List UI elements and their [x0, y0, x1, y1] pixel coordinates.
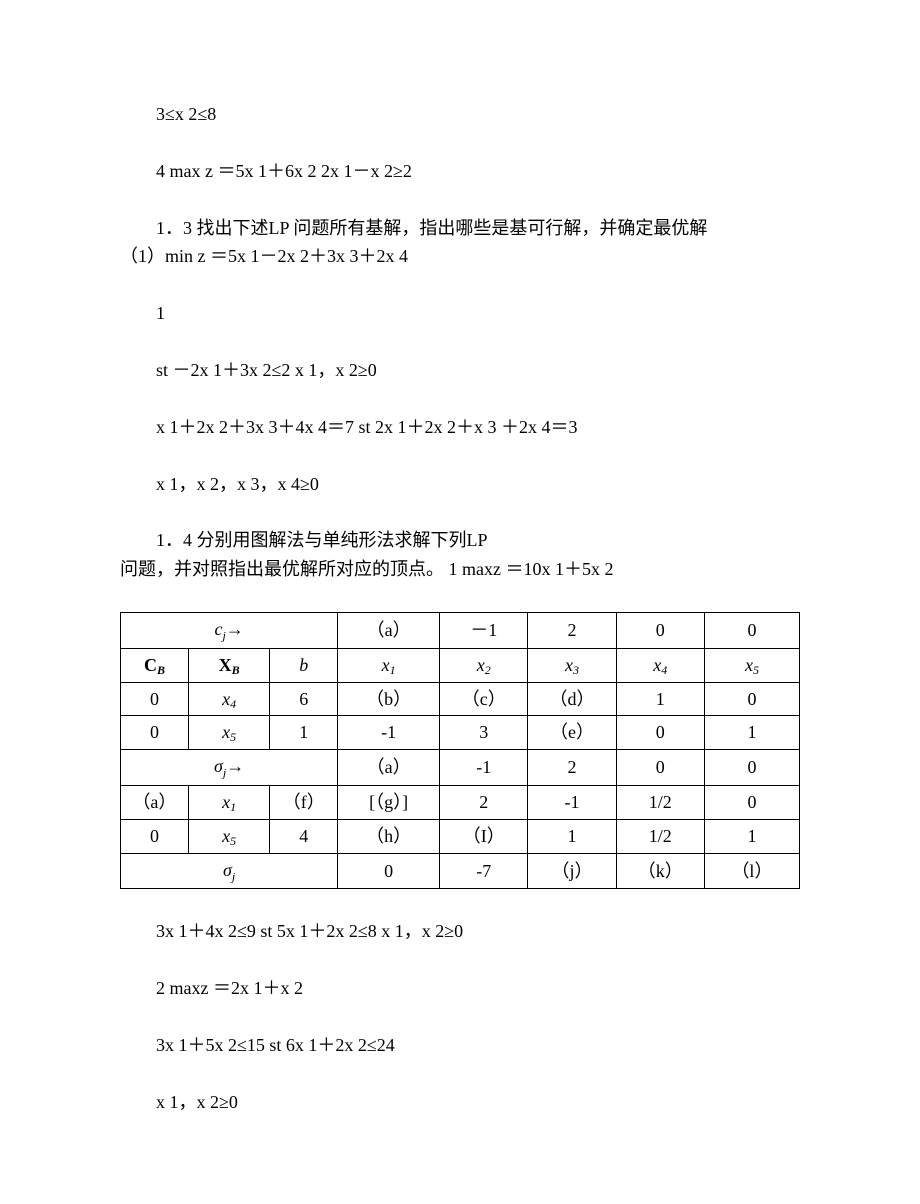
- paragraph: x 1，x 2，x 3，x 4≥0: [120, 470, 800, 499]
- cell: （I）: [440, 819, 528, 853]
- table-row: 0 x4 6 （b） （c） （d） 1 0: [121, 682, 800, 716]
- cell: （l）: [704, 853, 799, 889]
- cell: 2: [528, 750, 616, 786]
- paragraph: 3≤x 2≤8: [120, 100, 800, 129]
- cell: （k）: [616, 853, 704, 889]
- cell: （f）: [270, 785, 338, 819]
- cell: x4: [188, 682, 269, 716]
- cell: 2: [528, 612, 616, 648]
- cell-header: x4: [616, 648, 704, 682]
- cell: （a）: [121, 785, 189, 819]
- cell: 1: [528, 819, 616, 853]
- cell: 1/2: [616, 785, 704, 819]
- cell: （e）: [528, 716, 616, 750]
- cell: 0: [704, 750, 799, 786]
- cell: （a）: [338, 612, 440, 648]
- cell: 1: [704, 716, 799, 750]
- cell: 3: [440, 716, 528, 750]
- paragraph: 3x 1＋4x 2≤9 st 5x 1＋2x 2≤8 x 1，x 2≥0: [120, 917, 800, 946]
- cell: 0: [704, 785, 799, 819]
- cell: 0: [121, 682, 189, 716]
- cell: 0: [616, 716, 704, 750]
- cell: （j）: [528, 853, 616, 889]
- table-row: 0 x5 1 -1 3 （e） 0 1: [121, 716, 800, 750]
- text-line: 问题，并对照指出最优解所对应的顶点。 1 maxz ＝10x 1＋5x 2: [120, 559, 613, 579]
- cell: （d）: [528, 682, 616, 716]
- cell-header: XB: [188, 648, 269, 682]
- cell: 2: [440, 785, 528, 819]
- cell: x5: [188, 819, 269, 853]
- cell: 0: [616, 612, 704, 648]
- text-line: （1）min z ＝5x 1－2x 2＋3x 3＋2x 4: [120, 246, 408, 266]
- paragraph: 1: [120, 299, 800, 328]
- cell: （a）: [338, 750, 440, 786]
- cell-cj: cj→: [121, 612, 338, 648]
- table-row: cj→ （a） －1 2 0 0: [121, 612, 800, 648]
- cell-header: b: [270, 648, 338, 682]
- cell-header: x1: [338, 648, 440, 682]
- cell: 1: [270, 716, 338, 750]
- cell: -1: [440, 750, 528, 786]
- cell: 0: [704, 612, 799, 648]
- cell-header: CB: [121, 648, 189, 682]
- table-row: σj 0 -7 （j） （k） （l）: [121, 853, 800, 889]
- cell: 0: [121, 819, 189, 853]
- cell: 0: [704, 682, 799, 716]
- page-content: 3≤x 2≤8 4 max z ＝5x 1＋6x 2 2x 1－x 2≥2 1．…: [0, 0, 920, 1204]
- cell: [（g）]: [338, 785, 440, 819]
- cell: （b）: [338, 682, 440, 716]
- paragraph: 1．3 找出下述LP 问题所有基解，指出哪些是基可行解，并确定最优解 （1）mi…: [120, 214, 800, 272]
- text-line: 1．3 找出下述LP 问题所有基解，指出哪些是基可行解，并确定最优解: [120, 214, 707, 243]
- paragraph: 4 max z ＝5x 1＋6x 2 2x 1－x 2≥2: [120, 157, 800, 186]
- cell-header: x2: [440, 648, 528, 682]
- paragraph: 2 maxz ＝2x 1＋x 2: [120, 974, 800, 1003]
- cell: 0: [338, 853, 440, 889]
- table-row: 0 x5 4 （h） （I） 1 1/2 1: [121, 819, 800, 853]
- paragraph: st －2x 1＋3x 2≤2 x 1，x 2≥0: [120, 356, 800, 385]
- table-row: （a） x1 （f） [（g）] 2 -1 1/2 0: [121, 785, 800, 819]
- cell: －1: [440, 612, 528, 648]
- cell: 0: [616, 750, 704, 786]
- cell: 1/2: [616, 819, 704, 853]
- cell: 6: [270, 682, 338, 716]
- cell: 4: [270, 819, 338, 853]
- table-row: σj→ （a） -1 2 0 0: [121, 750, 800, 786]
- cell-header: x5: [704, 648, 799, 682]
- cell: 1: [616, 682, 704, 716]
- cell: （c）: [440, 682, 528, 716]
- cell: 1: [704, 819, 799, 853]
- table-row: CB XB b x1 x2 x3 x4 x5: [121, 648, 800, 682]
- simplex-table: cj→ （a） －1 2 0 0 CB XB b x1 x2 x3 x4 x5 …: [120, 612, 800, 889]
- paragraph: 3x 1＋5x 2≤15 st 6x 1＋2x 2≤24: [120, 1031, 800, 1060]
- cell-header: x3: [528, 648, 616, 682]
- cell: x5: [188, 716, 269, 750]
- cell: -1: [338, 716, 440, 750]
- cell: x1: [188, 785, 269, 819]
- text-line: 1．4 分别用图解法与单纯形法求解下列LP: [120, 526, 488, 555]
- cell-sigma: σj→: [121, 750, 338, 786]
- cell: （h）: [338, 819, 440, 853]
- cell: -7: [440, 853, 528, 889]
- cell-sigma: σj: [121, 853, 338, 889]
- cell: -1: [528, 785, 616, 819]
- paragraph: x 1，x 2≥0: [120, 1088, 800, 1117]
- cell: 0: [121, 716, 189, 750]
- paragraph: 1．4 分别用图解法与单纯形法求解下列LP 问题，并对照指出最优解所对应的顶点。…: [120, 526, 800, 584]
- paragraph: x 1＋2x 2＋3x 3＋4x 4＝7 st 2x 1＋2x 2＋x 3 ＋2…: [120, 413, 800, 442]
